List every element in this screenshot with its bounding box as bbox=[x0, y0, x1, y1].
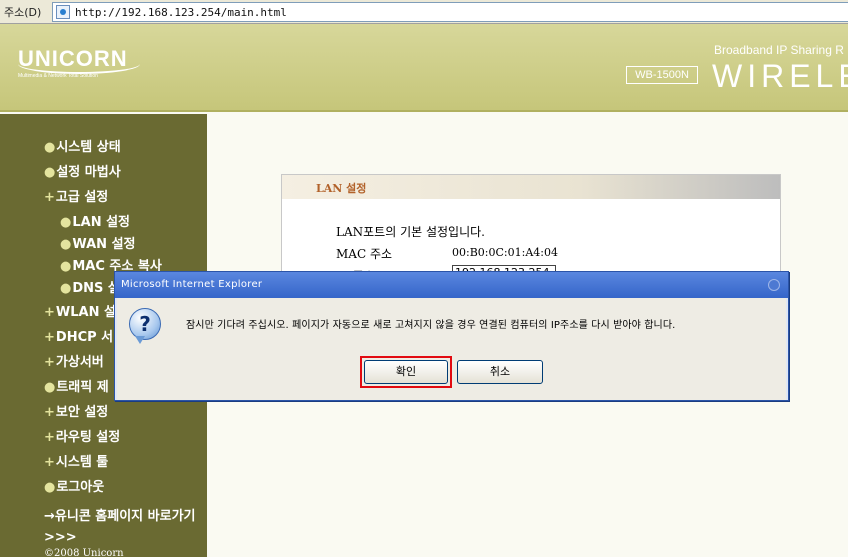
model-badge: WB-1500N bbox=[626, 66, 698, 84]
unicorn-logo: UNICORN Multimedia & Network Total Solut… bbox=[18, 46, 140, 79]
product-name: WIRELE bbox=[712, 58, 848, 94]
plus-icon: + bbox=[44, 455, 55, 470]
panel-title-bar: LAN 설정 bbox=[282, 175, 780, 199]
close-icon[interactable] bbox=[768, 279, 780, 291]
sidebar-item-label: WLAN 설 bbox=[55, 305, 116, 320]
plus-icon: + bbox=[44, 305, 55, 320]
ok-button[interactable]: 확인 bbox=[364, 360, 448, 384]
sidebar-item-system-tools[interactable]: +시스템 툴 bbox=[44, 451, 108, 470]
address-input[interactable]: http://192.168.123.254/main.html bbox=[52, 2, 848, 22]
sidebar-item-dhcp-server[interactable]: +DHCP 서 bbox=[44, 326, 113, 345]
panel-description: LAN포트의 기본 설정입니다. bbox=[336, 225, 485, 239]
plus-icon: + bbox=[44, 430, 55, 445]
sidebar-item-label: DHCP 서 bbox=[55, 330, 114, 345]
address-url: http://192.168.123.254/main.html bbox=[75, 6, 287, 19]
sidebar-item-label: LAN 설정 bbox=[72, 215, 131, 230]
question-icon: ? bbox=[129, 308, 161, 340]
homepage-link[interactable]: →유니콘 홈페이지 바로가기>>> bbox=[44, 506, 204, 548]
bullet-icon: ● bbox=[44, 480, 56, 495]
bullet-icon: ● bbox=[60, 281, 72, 296]
sidebar-item-wan-settings[interactable]: ●WAN 설정 bbox=[60, 233, 136, 252]
plus-icon: + bbox=[44, 190, 55, 205]
dialog-title: Microsoft Internet Explorer bbox=[121, 279, 263, 290]
copyright: ©2008 Unicorn bbox=[44, 548, 124, 557]
sidebar-item-advanced-settings[interactable]: +고급 설정 bbox=[44, 186, 108, 205]
sidebar-item-routing[interactable]: +라우팅 설정 bbox=[44, 426, 120, 445]
sidebar-item-lan-settings[interactable]: ●LAN 설정 bbox=[60, 211, 130, 230]
sidebar-item-label: WAN 설정 bbox=[72, 237, 136, 252]
logo-swoosh bbox=[18, 54, 140, 74]
sidebar-item-label: 로그아웃 bbox=[56, 480, 105, 495]
mac-address-label: MAC 주소 bbox=[336, 247, 393, 261]
address-label: 주소(D) bbox=[4, 6, 42, 19]
bullet-icon: ● bbox=[44, 380, 56, 395]
confirm-dialog: Microsoft Internet Explorer ? 잠시만 기다려 주십… bbox=[114, 271, 789, 401]
plus-icon: + bbox=[44, 405, 55, 420]
sidebar-item-label: 트래픽 제 bbox=[56, 380, 109, 395]
sidebar-item-virtual-server[interactable]: +가상서버 bbox=[44, 351, 104, 370]
bullet-icon: ● bbox=[44, 165, 56, 180]
dialog-message: 잠시만 기다려 주십시오. 페이지가 자동으로 새로 고쳐지지 않을 경우 연결… bbox=[186, 320, 676, 331]
address-bar: 주소(D) http://192.168.123.254/main.html bbox=[0, 0, 848, 24]
plus-icon: + bbox=[44, 330, 55, 345]
sidebar-item-wlan-settings[interactable]: +WLAN 설 bbox=[44, 301, 116, 320]
sidebar-item-dns-settings[interactable]: ●DNS 설 bbox=[60, 277, 120, 296]
dialog-titlebar[interactable]: Microsoft Internet Explorer bbox=[115, 272, 788, 298]
sidebar-item-label: 가상서버 bbox=[55, 355, 104, 370]
sidebar-item-traffic-control[interactable]: ●트래픽 제 bbox=[44, 376, 109, 395]
sidebar-item-label: 고급 설정 bbox=[55, 190, 109, 205]
panel-title: LAN 설정 bbox=[316, 182, 367, 195]
sidebar-item-label: 설정 마법사 bbox=[56, 165, 121, 180]
sidebar-item-label: 시스템 상태 bbox=[56, 140, 121, 155]
mac-address-value: 00:B0:0C:01:A4:04 bbox=[452, 246, 558, 259]
question-icon-tail bbox=[135, 336, 145, 344]
sidebar-item-label: 보안 설정 bbox=[55, 405, 109, 420]
sidebar-item-security[interactable]: +보안 설정 bbox=[44, 401, 108, 420]
bullet-icon: ● bbox=[44, 140, 56, 155]
page-icon bbox=[56, 5, 70, 19]
brand-tagline: Broadband IP Sharing R bbox=[714, 43, 844, 57]
sidebar-item-system-status[interactable]: ●시스템 상태 bbox=[44, 136, 121, 155]
sidebar-item-label: DNS 설 bbox=[72, 281, 120, 296]
plus-icon: + bbox=[44, 355, 55, 370]
bullet-icon: ● bbox=[60, 237, 72, 252]
sidebar-item-setup-wizard[interactable]: ●설정 마법사 bbox=[44, 161, 121, 180]
router-header: UNICORN Multimedia & Network Total Solut… bbox=[0, 24, 848, 112]
bullet-icon: ● bbox=[60, 259, 72, 274]
dialog-body: ? 잠시만 기다려 주십시오. 페이지가 자동으로 새로 고쳐지지 않을 경우 … bbox=[117, 298, 786, 400]
sidebar-item-logout[interactable]: ●로그아웃 bbox=[44, 476, 104, 495]
sidebar-item-label: 시스템 툴 bbox=[55, 455, 109, 470]
bullet-icon: ● bbox=[60, 215, 72, 230]
sidebar-item-label: 라우팅 설정 bbox=[55, 430, 121, 445]
cancel-button[interactable]: 취소 bbox=[457, 360, 543, 384]
